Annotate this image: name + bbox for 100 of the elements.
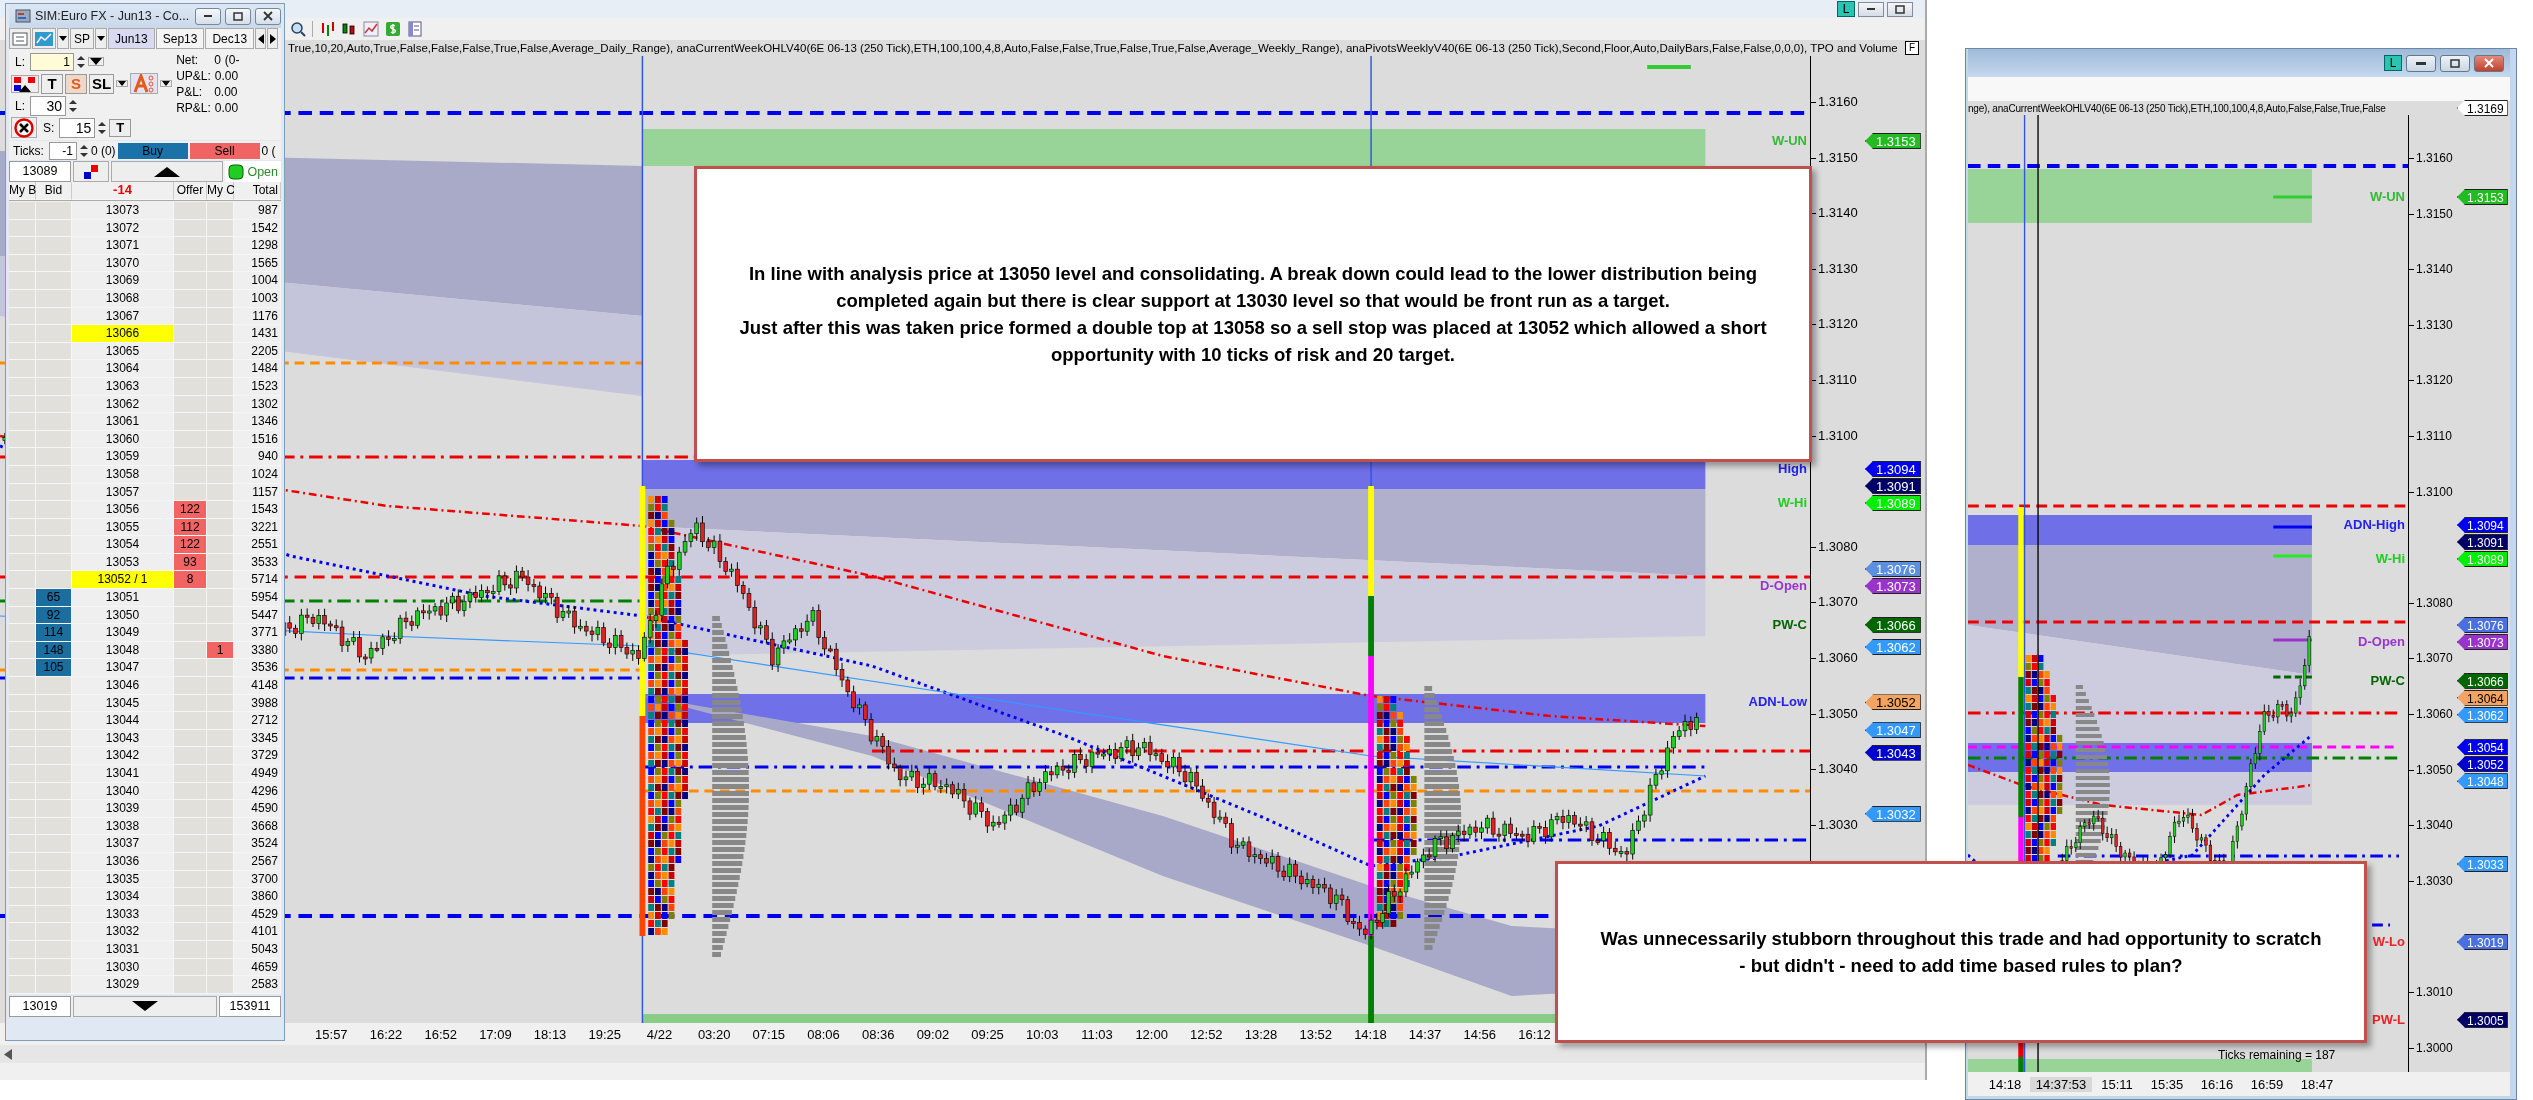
table-cell[interactable] [174,765,207,783]
table-cell[interactable]: 13047 [72,659,174,678]
minimize-button[interactable] [195,7,221,25]
table-cell[interactable] [174,677,207,695]
table-cell[interactable] [9,677,36,695]
table-cell[interactable] [36,677,72,695]
table-cell[interactable] [174,325,207,343]
table-cell[interactable] [174,976,207,994]
table-cell[interactable] [9,765,36,783]
column-header[interactable]: Bid [36,182,72,200]
table-cell[interactable] [9,272,36,290]
table-cell[interactable] [174,800,207,818]
table-cell[interactable] [36,712,72,730]
table-cell[interactable] [9,835,36,853]
bar-chart-icon[interactable] [319,21,335,37]
sell-button[interactable]: Sell [189,142,260,159]
target-button[interactable]: T [109,118,132,137]
table-cell[interactable] [9,747,36,765]
column-header[interactable]: Total [234,182,281,200]
table-cell[interactable] [174,202,207,220]
table-cell[interactable] [9,800,36,818]
table-cell[interactable] [174,237,207,255]
properties-button[interactable] [9,28,31,49]
table-cell[interactable] [174,624,207,642]
ticks-field[interactable]: -1 [48,141,77,160]
line-chart-icon[interactable] [363,21,379,37]
table-cell[interactable] [36,976,72,994]
scroll-right-button[interactable] [267,28,279,49]
table-cell[interactable] [9,536,36,554]
dropdown-button[interactable] [116,80,129,87]
table-cell[interactable] [207,360,234,378]
order-type-button[interactable]: SL [89,73,115,94]
table-cell[interactable]: 114 [36,624,72,642]
table-cell[interactable] [9,659,36,678]
table-cell[interactable]: 13039 [72,800,174,818]
table-cell[interactable]: 13046 [72,677,174,695]
table-cell[interactable] [207,747,234,765]
table-cell[interactable] [207,923,234,941]
maximize-button[interactable] [225,7,251,25]
spinner-icon[interactable] [76,54,86,69]
dropdown-button[interactable] [95,28,107,49]
candlestick-icon[interactable] [341,21,357,37]
properties-icon[interactable] [407,21,423,37]
dropdown-button[interactable] [57,28,69,49]
maximize-button[interactable] [2440,54,2470,72]
table-cell[interactable] [174,835,207,853]
table-cell[interactable]: 8 [174,571,207,590]
table-cell[interactable] [207,413,234,431]
buy-button[interactable]: Buy [117,142,188,159]
table-cell[interactable]: 65 [36,589,72,607]
table-cell[interactable] [36,237,72,255]
table-cell[interactable] [174,272,207,290]
zoom-icon[interactable] [290,21,306,37]
stop-field[interactable]: 15 [59,117,96,138]
spinner-icon[interactable] [68,98,78,113]
table-cell[interactable] [9,712,36,730]
table-cell[interactable] [9,448,36,466]
table-cell[interactable] [174,448,207,466]
table-cell[interactable] [207,888,234,906]
table-cell[interactable]: 13052 / 1 [72,571,174,590]
table-cell[interactable]: 13064 [72,360,174,378]
table-cell[interactable]: 13066 [72,325,174,343]
table-cell[interactable]: 13041 [72,765,174,783]
table-cell[interactable]: 13044 [72,712,174,730]
price-field[interactable]: 13089 [9,161,71,182]
table-cell[interactable] [36,747,72,765]
reverse-button[interactable] [11,74,39,93]
table-cell[interactable] [9,360,36,378]
table-cell[interactable]: 13049 [72,624,174,642]
table-cell[interactable] [36,448,72,466]
cancel-button[interactable] [11,117,37,138]
table-cell[interactable] [9,589,36,607]
table-cell[interactable]: 13034 [72,888,174,906]
table-cell[interactable] [174,747,207,765]
table-cell[interactable] [207,448,234,466]
table-cell[interactable] [9,237,36,255]
table-cell[interactable] [36,835,72,853]
table-cell[interactable] [207,325,234,343]
table-cell[interactable] [36,272,72,290]
table-cell[interactable] [9,413,36,431]
table-cell[interactable]: 13054 [72,536,174,554]
table-cell[interactable] [174,888,207,906]
table-cell[interactable] [36,413,72,431]
table-cell[interactable] [174,589,207,607]
close-button[interactable] [2474,54,2504,72]
scroll-left-icon[interactable] [4,1048,12,1060]
axis-button[interactable]: F [1905,41,1919,55]
quantity-field[interactable]: 1 [30,52,74,71]
table-cell[interactable]: 13071 [72,237,174,255]
minimize-button[interactable] [1858,1,1884,17]
table-cell[interactable] [207,272,234,290]
table-cell[interactable] [207,659,234,678]
center-button[interactable] [73,161,109,182]
table-cell[interactable] [174,923,207,941]
table-cell[interactable]: 122 [174,501,207,519]
column-header[interactable]: My B [9,182,36,200]
table-cell[interactable]: 13061 [72,413,174,431]
table-cell[interactable]: 105 [36,659,72,678]
table-cell[interactable]: 13056 [72,501,174,519]
link-button[interactable]: L [1837,1,1855,17]
